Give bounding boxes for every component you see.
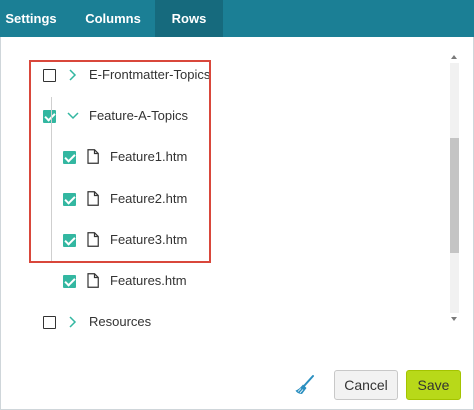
tree-item-label: Features.htm: [110, 273, 187, 288]
checkbox[interactable]: [63, 275, 76, 288]
scrollbar[interactable]: [446, 53, 462, 325]
highlight-box: [29, 60, 211, 263]
scroll-thumb[interactable]: [450, 138, 459, 253]
chevron-right-icon[interactable]: [66, 312, 80, 332]
cancel-button[interactable]: Cancel: [334, 370, 398, 400]
tab-rows[interactable]: Rows: [155, 0, 223, 37]
tree-item-features[interactable]: Features.htm: [0, 269, 440, 293]
tab-bar: Settings Columns Rows: [0, 0, 474, 37]
tab-settings[interactable]: Settings: [0, 0, 62, 37]
save-button[interactable]: Save: [406, 370, 461, 400]
file-icon: [87, 273, 99, 288]
tree-item-resources[interactable]: Resources: [0, 310, 440, 334]
checkbox[interactable]: [43, 316, 56, 329]
tab-columns[interactable]: Columns: [72, 0, 154, 37]
scroll-up-arrow-icon[interactable]: [451, 55, 457, 59]
broom-icon[interactable]: [293, 373, 317, 397]
scroll-down-arrow-icon[interactable]: [451, 317, 457, 321]
tree-item-label: Resources: [89, 314, 152, 329]
